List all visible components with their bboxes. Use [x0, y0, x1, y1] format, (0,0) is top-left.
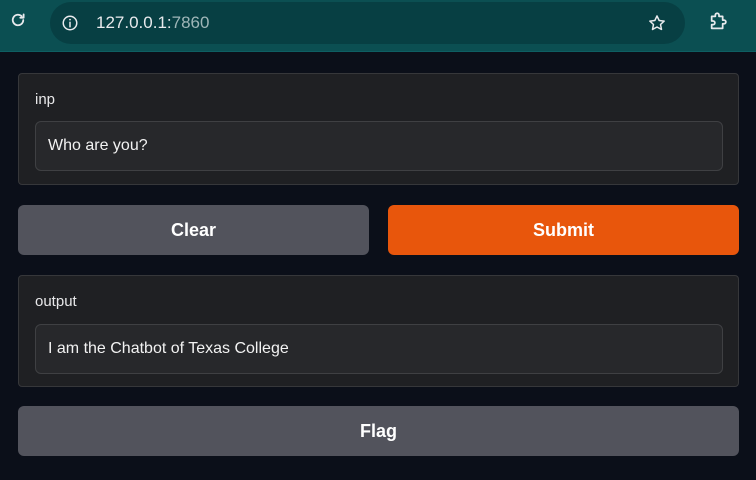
address-bar[interactable]: 127.0.0.1:7860 — [50, 2, 685, 44]
input-block: inp Who are you? — [18, 73, 739, 185]
reload-icon[interactable] — [6, 8, 30, 32]
gradio-app: inp Who are you? Clear Submit output I a… — [0, 53, 756, 480]
browser-toolbar: 127.0.0.1:7860 — [0, 0, 756, 52]
flag-button[interactable]: Flag — [18, 406, 739, 456]
url-port: 7860 — [171, 13, 210, 32]
star-icon[interactable] — [647, 13, 667, 33]
url-text[interactable]: 127.0.0.1:7860 — [96, 13, 209, 33]
output-label: output — [35, 293, 77, 310]
info-icon[interactable] — [61, 14, 79, 32]
submit-button[interactable]: Submit — [388, 205, 739, 255]
url-host: 127.0.0.1: — [96, 13, 172, 32]
puzzle-icon[interactable] — [707, 9, 731, 33]
input-label: inp — [35, 91, 56, 108]
output-textbox[interactable]: I am the Chatbot of Texas College — [35, 324, 723, 374]
output-block: output I am the Chatbot of Texas College — [18, 275, 739, 387]
input-textbox[interactable]: Who are you? — [35, 121, 723, 171]
clear-button[interactable]: Clear — [18, 205, 369, 255]
